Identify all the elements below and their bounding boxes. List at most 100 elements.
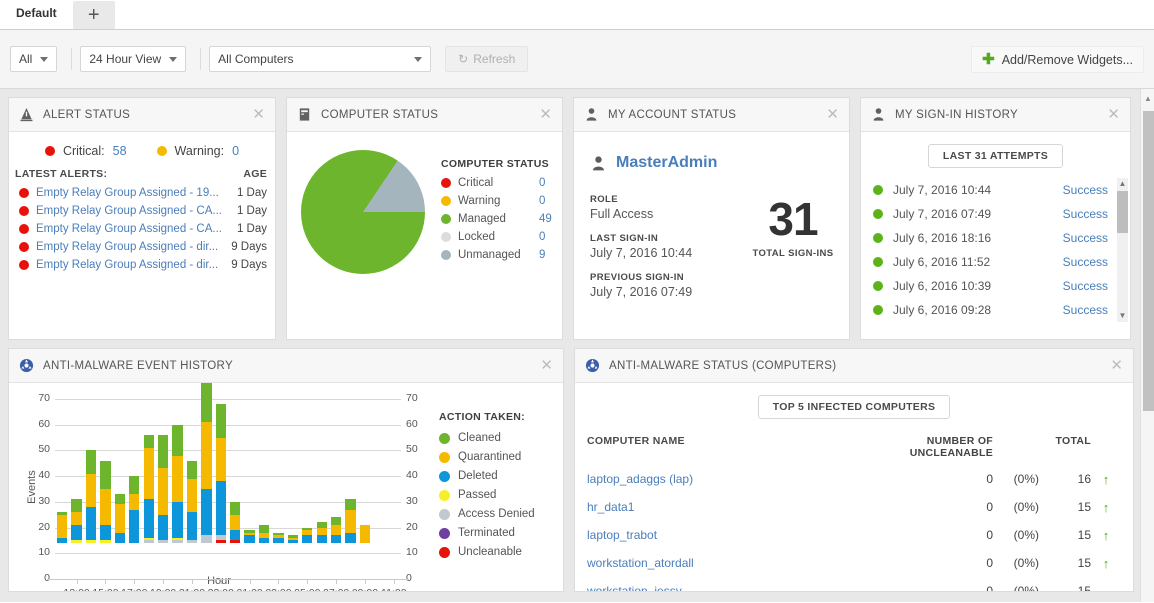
critical-dot-icon <box>45 146 55 156</box>
chart-bar[interactable] <box>115 494 125 543</box>
chart-bar[interactable] <box>144 435 154 543</box>
alert-text[interactable]: Empty Relay Group Assigned - CA... <box>36 205 230 217</box>
scrollbar-thumb[interactable] <box>1143 111 1154 411</box>
locked-dot-icon <box>441 232 451 242</box>
widget-header: ANTI-MALWARE STATUS (COMPUTERS) ✕ <box>575 349 1133 383</box>
alert-age: 1 Day <box>237 223 267 235</box>
tab-default[interactable]: Default <box>0 0 73 29</box>
signin-status[interactable]: Success <box>1063 183 1108 197</box>
computer-name[interactable]: laptop_trabot <box>587 528 881 542</box>
add-tab-button[interactable]: + <box>73 1 115 29</box>
scrollbar-thumb[interactable] <box>1117 191 1128 233</box>
chart-bar[interactable] <box>172 425 182 543</box>
signin-status[interactable]: Success <box>1063 207 1108 221</box>
top-infected-bar: TOP 5 INFECTED COMPUTERS <box>575 383 1133 429</box>
chart-bar[interactable] <box>187 461 197 543</box>
chart-bar[interactable] <box>57 512 67 543</box>
close-icon[interactable]: ✕ <box>539 107 552 122</box>
computer-filter-dropdown[interactable]: All Computers <box>209 46 431 72</box>
scope-filter-dropdown[interactable]: All <box>10 46 57 72</box>
refresh-button[interactable]: ↻ Refresh <box>445 46 528 72</box>
uncleanable-count: 0 <box>881 584 993 591</box>
widget-title: COMPUTER STATUS <box>321 109 539 121</box>
time-view-dropdown[interactable]: 24 Hour View <box>80 46 186 72</box>
chart-x-tick: 03:00 <box>265 587 291 591</box>
legend-label: Warning <box>458 195 532 207</box>
alert-text[interactable]: Empty Relay Group Assigned - dir... <box>36 259 224 271</box>
legend-value: 9 <box>539 249 545 261</box>
close-icon[interactable]: ✕ <box>1107 107 1120 122</box>
chevron-down-icon <box>414 57 422 62</box>
close-icon[interactable]: ✕ <box>252 107 265 122</box>
chart-bar-segment <box>360 525 370 543</box>
chart-bar[interactable] <box>331 517 341 543</box>
chart-bar[interactable] <box>201 383 211 543</box>
chart-bar[interactable] <box>244 530 254 543</box>
chart-bar-segment <box>259 525 269 533</box>
computer-name[interactable]: hr_data1 <box>587 500 881 514</box>
account-name[interactable]: MasterAdmin <box>616 154 717 172</box>
chart-bar[interactable] <box>100 461 110 543</box>
signin-list-scrollbar[interactable]: ▲ ▼ <box>1117 178 1128 322</box>
chart-bar-segment <box>331 525 341 535</box>
uncleanable-count: 0 <box>881 556 993 570</box>
alert-text[interactable]: Empty Relay Group Assigned - 19... <box>36 187 230 199</box>
scroll-up-icon[interactable]: ▲ <box>1118 180 1127 188</box>
chart-bar-segment <box>172 540 182 543</box>
chart-x-tick-mark <box>307 579 308 584</box>
list-item[interactable]: Empty Relay Group Assigned - dir... 9 Da… <box>9 256 275 274</box>
uncleanable-percent: (0%) <box>993 584 1039 591</box>
computer-name[interactable]: workstation_atordall <box>587 556 881 570</box>
chart-plot-area[interactable]: Events Hour 0010102020303040405050606070… <box>9 383 429 591</box>
chart-bar[interactable] <box>158 435 168 543</box>
chart-bar[interactable] <box>273 533 283 543</box>
alert-text[interactable]: Empty Relay Group Assigned - CA... <box>36 223 230 235</box>
last-attempts-pill[interactable]: LAST 31 ATTEMPTS <box>928 144 1063 168</box>
list-item[interactable]: Empty Relay Group Assigned - CA... 1 Day <box>9 220 275 238</box>
list-item[interactable]: Empty Relay Group Assigned - CA... 1 Day <box>9 202 275 220</box>
chart-bar[interactable] <box>216 404 226 543</box>
chart-y-tick: 0 <box>406 572 412 584</box>
chart-bar[interactable] <box>86 450 96 543</box>
total-signins-block: 31 TOTAL SIGN-INS <box>737 182 849 299</box>
close-icon[interactable]: ✕ <box>1110 358 1123 373</box>
signin-status[interactable]: Success <box>1063 255 1108 269</box>
chart-bar[interactable] <box>302 528 312 543</box>
pie-chart[interactable] <box>301 150 425 274</box>
chart-y-tick: 70 <box>406 392 418 404</box>
chart-x-tick-mark <box>394 579 395 584</box>
computer-name[interactable]: workstation_iessy <box>587 584 881 591</box>
previous-signin-label: PREVIOUS SIGN-IN <box>590 272 737 283</box>
plus-icon: + <box>88 4 100 27</box>
chart-bar-segment <box>259 538 269 543</box>
chart-bar[interactable] <box>345 499 355 543</box>
chart-bar-segment <box>216 438 226 482</box>
alert-text[interactable]: Empty Relay Group Assigned - dir... <box>36 241 224 253</box>
chart-bar-segment <box>273 538 283 543</box>
list-item[interactable]: Empty Relay Group Assigned - dir... 9 Da… <box>9 238 275 256</box>
chart-x-tick: 23:00 <box>208 587 234 591</box>
chart-bar[interactable] <box>71 499 81 543</box>
scroll-up-icon[interactable]: ▲ <box>1144 94 1152 103</box>
close-icon[interactable]: ✕ <box>826 107 839 122</box>
chart-bar[interactable] <box>317 522 327 543</box>
close-icon[interactable]: ✕ <box>540 358 553 373</box>
computer-name[interactable]: laptop_adaggs (lap) <box>587 472 881 486</box>
list-item[interactable]: Empty Relay Group Assigned - 19... 1 Day <box>9 184 275 202</box>
signin-status[interactable]: Success <box>1063 231 1108 245</box>
chart-bar[interactable] <box>230 502 240 543</box>
add-remove-widgets-button[interactable]: ✚ Add/Remove Widgets... <box>971 46 1144 73</box>
top-infected-pill[interactable]: TOP 5 INFECTED COMPUTERS <box>758 395 951 419</box>
signin-status[interactable]: Success <box>1063 303 1108 317</box>
chart-bar[interactable] <box>259 525 269 543</box>
chart-bar[interactable] <box>360 525 370 543</box>
page-scrollbar[interactable]: ▲ <box>1140 89 1154 602</box>
column-header-name: COMPUTER NAME <box>587 435 881 459</box>
chart-bar[interactable] <box>288 535 298 543</box>
scroll-down-icon[interactable]: ▼ <box>1118 312 1127 320</box>
uncleanable-count: 0 <box>881 528 993 542</box>
chart-bar[interactable] <box>129 476 139 543</box>
chart-bar-segment <box>230 530 240 540</box>
total-signins-label: TOTAL SIGN-INS <box>737 248 849 259</box>
signin-status[interactable]: Success <box>1063 279 1108 293</box>
